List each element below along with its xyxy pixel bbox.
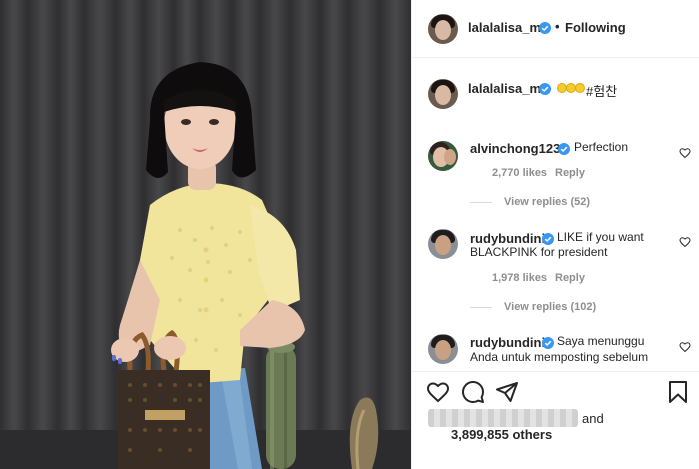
likes-count[interactable]: 3,899,855 others <box>451 427 552 442</box>
comment-text-line2: Anda untuk memposting sebelum <box>470 350 649 364</box>
verified-badge-icon <box>539 22 551 34</box>
comment-username[interactable]: rudybundini <box>470 231 545 246</box>
likes-and-text: and <box>582 411 604 426</box>
verified-badge-icon <box>558 143 570 155</box>
post-photo[interactable] <box>0 0 411 469</box>
following-button[interactable]: Following <box>565 20 626 35</box>
comment-icon[interactable] <box>461 380 485 404</box>
commenter-avatar[interactable] <box>428 229 458 259</box>
comment-like-heart-icon[interactable] <box>679 147 691 159</box>
caption-username[interactable]: lalalalisa_m <box>468 81 541 96</box>
left-eye <box>181 119 191 125</box>
comment-likes[interactable]: 1,978 likes <box>492 272 547 284</box>
caption-avatar[interactable] <box>428 79 458 109</box>
comment-reply-button[interactable]: Reply <box>555 167 585 179</box>
replies-divider <box>470 202 492 203</box>
post-details-panel: lalalalisa_m • Following lalalalisa_m #험… <box>411 0 699 469</box>
right-eye <box>209 119 219 125</box>
comment-username[interactable]: alvinchong123 <box>470 141 560 156</box>
bag-logo-plate <box>145 410 185 420</box>
author-avatar[interactable] <box>428 14 458 44</box>
comment-text-line2: BLACKPINK for president <box>470 245 608 259</box>
comment-text-line1: Saya menunggu <box>557 334 645 348</box>
bookmark-icon[interactable] <box>666 380 690 404</box>
blurred-liker-name <box>428 409 578 427</box>
commenter-avatar[interactable] <box>428 141 458 171</box>
share-icon[interactable] <box>495 380 519 404</box>
view-replies-button[interactable]: View replies (102) <box>504 301 596 313</box>
replies-divider <box>470 307 492 308</box>
view-replies-button[interactable]: View replies (52) <box>504 196 590 208</box>
comment-reply-button[interactable]: Reply <box>555 272 585 284</box>
comment-text-line1: LIKE if you want <box>557 230 644 244</box>
verified-badge-icon <box>542 337 554 349</box>
verified-badge-icon <box>539 83 551 95</box>
lemon-emoji-icon <box>557 83 585 93</box>
follow-separator: • <box>555 19 560 34</box>
verified-badge-icon <box>542 233 554 245</box>
author-username[interactable]: lalalalisa_m <box>468 20 541 35</box>
post-actions-bar: and 3,899,855 others <box>412 371 699 469</box>
comment-like-heart-icon[interactable] <box>679 236 691 248</box>
comment-username[interactable]: rudybundini <box>470 335 545 350</box>
commenter-avatar[interactable] <box>428 334 458 364</box>
comment-like-heart-icon[interactable] <box>679 341 691 353</box>
post-header: lalalalisa_m • Following <box>412 0 699 58</box>
cactus-plant <box>266 341 296 469</box>
caption-hashtag[interactable]: #험찬 <box>586 81 617 100</box>
comment-likes[interactable]: 2,770 likes <box>492 167 547 179</box>
comment-text: Perfection <box>574 140 629 154</box>
post-image <box>0 0 411 469</box>
heart-icon[interactable] <box>426 380 450 404</box>
